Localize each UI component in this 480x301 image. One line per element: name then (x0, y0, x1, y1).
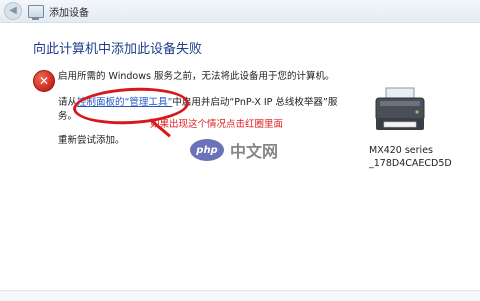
device-label: MX420 series _178D4CAECD5D (369, 144, 452, 170)
watermark-text: 中文网 (230, 142, 279, 161)
back-button[interactable]: ◀ (4, 2, 22, 20)
add-device-icon (28, 4, 44, 20)
footer-bar (0, 290, 480, 301)
php-logo: php (190, 139, 224, 161)
printer-icon (375, 87, 425, 130)
annotation-text: 如果出现这个情况点击红圈里面 (150, 119, 284, 130)
retry-message: 重新尝试添加。 (58, 135, 125, 146)
error-icon: ✕ (33, 70, 55, 92)
title-bar: ◀ 添加设备 (0, 0, 480, 23)
error-message-line1: 启用所需的 Windows 服务之前，无法将此设备用于您的计算机。 (58, 71, 335, 82)
watermark: php 中文网 (190, 138, 278, 162)
device-id: _178D4CAECD5D (369, 158, 452, 169)
back-arrow-icon: ◀ (9, 5, 17, 16)
device-name: MX420 series (369, 145, 433, 156)
window-title: 添加设备 (49, 7, 89, 19)
page-heading: 向此计算机中添加此设备失败 (33, 42, 203, 57)
